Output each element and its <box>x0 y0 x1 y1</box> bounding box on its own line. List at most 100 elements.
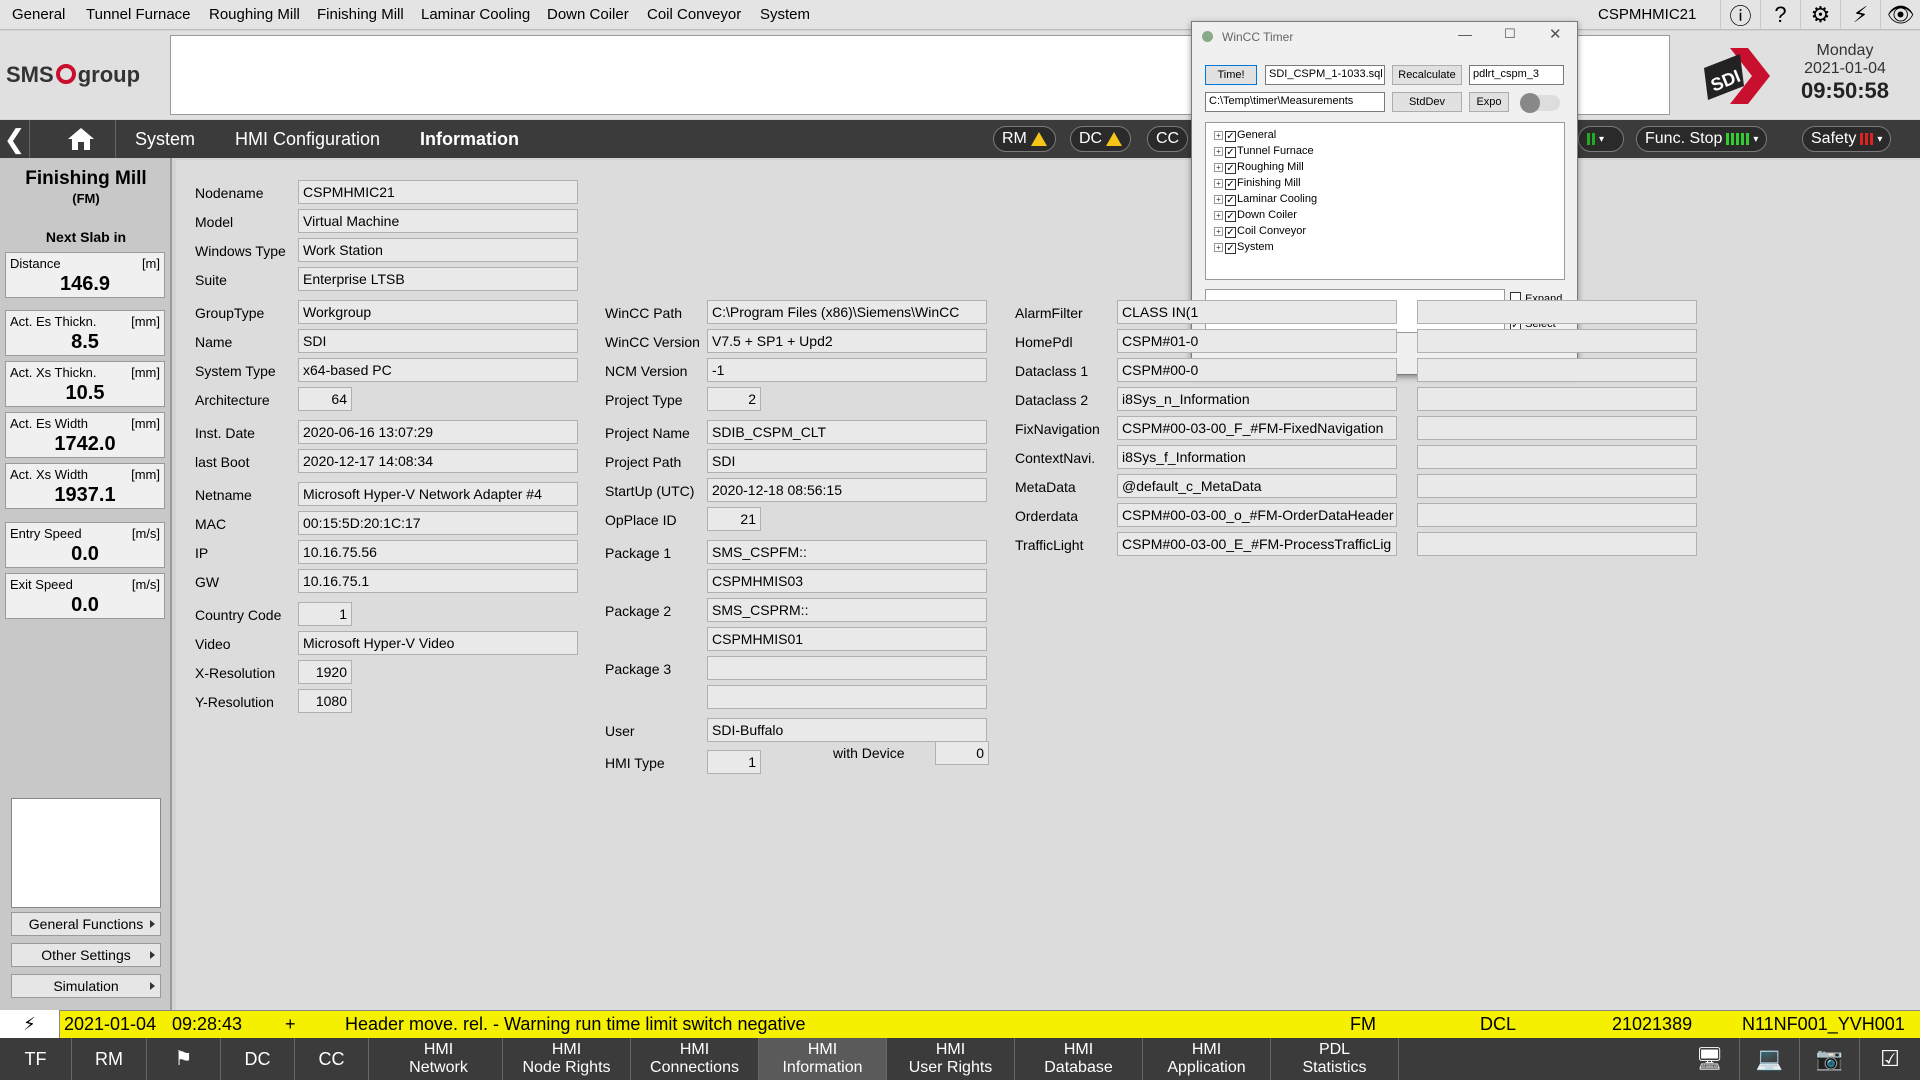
monitor-icon[interactable]: 🖥 <box>1680 1038 1740 1080</box>
tree-check-icon[interactable]: ✓ <box>1225 227 1236 238</box>
general-functions-button[interactable]: General Functions <box>11 912 161 936</box>
menu-general[interactable]: General <box>12 6 65 23</box>
tree-check-icon[interactable]: ✓ <box>1225 195 1236 206</box>
tree-item[interactable]: + ✓ Tunnel Furnace <box>1214 143 1317 159</box>
project-field: CSPM#00-03-00_o_#FM-OrderDataHeader <box>1117 503 1397 527</box>
expand-plus-icon[interactable]: + <box>1214 195 1223 204</box>
dc-status-pill[interactable]: DC <box>1070 126 1132 152</box>
info-label: Model <box>195 214 234 230</box>
expo-button[interactable]: Expo <box>1469 92 1509 112</box>
info-label: Architecture <box>195 392 270 408</box>
info-field: Work Station <box>298 238 578 262</box>
project-label: ContextNavi. <box>1015 450 1096 466</box>
tree-item[interactable]: + ✓ Down Coiler <box>1214 207 1317 223</box>
menu-system[interactable]: System <box>760 6 810 23</box>
rm-button[interactable]: RM <box>72 1038 147 1080</box>
menu-finishing-mill[interactable]: Finishing Mill <box>317 6 404 23</box>
sql-file-input[interactable]: SDI_CSPM_1-1033.sql <box>1265 65 1385 85</box>
stddev-button[interactable]: StdDev <box>1392 92 1462 112</box>
breadcrumb-system[interactable]: System <box>135 129 195 150</box>
status-indicator-pill[interactable]: ▾ <box>1578 126 1624 152</box>
expand-plus-icon[interactable]: + <box>1214 179 1223 188</box>
time-button[interactable]: Time! <box>1205 65 1257 85</box>
alarm-message[interactable]: Header move. rel. - Warning run time lim… <box>345 1014 806 1035</box>
bottom-tab-application[interactable]: HMI Application <box>1143 1038 1271 1080</box>
recalculate-button[interactable]: Recalculate <box>1392 65 1462 85</box>
tree-item[interactable]: + ✓ Laminar Cooling <box>1214 191 1317 207</box>
home-icon[interactable] <box>66 126 102 152</box>
project-extra-field <box>1417 387 1697 411</box>
tab-line2: Node Rights <box>522 1059 611 1076</box>
project-extra-field <box>1417 503 1697 527</box>
distance-box: Distance [m] 146.9 <box>5 252 165 298</box>
menu-coil-conveyor[interactable]: Coil Conveyor <box>647 6 741 23</box>
func-stop-pill[interactable]: Func. Stop ▾ <box>1636 126 1768 152</box>
project-field: CSPM#01-0 <box>1117 329 1397 353</box>
close-icon[interactable]: ✕ <box>1549 25 1562 43</box>
tree-check-icon[interactable]: ✓ <box>1225 147 1236 158</box>
menu-laminar-cooling[interactable]: Laminar Cooling <box>421 6 530 23</box>
simulation-button[interactable]: Simulation <box>11 974 161 998</box>
menu-tunnel-furnace[interactable]: Tunnel Furnace <box>86 6 191 23</box>
tree-check-icon[interactable]: ✓ <box>1225 163 1236 174</box>
expand-plus-icon[interactable]: + <box>1214 131 1223 140</box>
tree-item[interactable]: + ✓ System <box>1214 239 1317 255</box>
gear-icon[interactable]: ⚙ <box>1800 0 1840 30</box>
tree-check-icon[interactable]: ✓ <box>1225 243 1236 254</box>
tf-button[interactable]: TF <box>0 1038 72 1080</box>
database-input[interactable]: pdlrt_cspm_3 <box>1469 65 1564 85</box>
tree-check-icon[interactable]: ✓ <box>1225 211 1236 222</box>
alarm-lightning-icon[interactable]: ⚡ <box>0 1010 60 1038</box>
path-input[interactable]: C:\Temp\timer\Measurements <box>1205 92 1385 112</box>
breadcrumb-information: Information <box>420 129 519 149</box>
tree-check-icon[interactable]: ✓ <box>1225 179 1236 190</box>
lightning-icon[interactable]: ⚡ <box>1840 0 1880 30</box>
menu-down-coiler[interactable]: Down Coiler <box>547 6 629 23</box>
tree-item[interactable]: + ✓ General <box>1214 127 1317 143</box>
expand-plus-icon[interactable]: + <box>1214 227 1223 236</box>
info-icon[interactable]: ⓘ <box>1720 0 1760 30</box>
bottom-tab-network[interactable]: HMI Network <box>375 1038 503 1080</box>
project-extra-field <box>1417 474 1697 498</box>
camera-icon[interactable]: 📷 <box>1800 1038 1860 1080</box>
help-icon[interactable]: ? <box>1760 0 1800 30</box>
expand-plus-icon[interactable]: + <box>1214 147 1223 156</box>
expand-plus-icon[interactable]: + <box>1214 163 1223 172</box>
tab-line1: HMI <box>1191 1041 1222 1058</box>
bottom-tab-database[interactable]: HMI Database <box>1015 1038 1143 1080</box>
info-field: 2020-06-16 13:07:29 <box>298 420 578 444</box>
checklist-icon[interactable]: ☑ <box>1860 1038 1920 1080</box>
tree-item[interactable]: + ✓ Coil Conveyor <box>1214 223 1317 239</box>
cc-button[interactable]: CC <box>295 1038 369 1080</box>
expand-plus-icon[interactable]: + <box>1214 211 1223 220</box>
flag-icon[interactable]: ⚑ <box>147 1038 221 1080</box>
tree-item[interactable]: + ✓ Roughing Mill <box>1214 159 1317 175</box>
tree-item[interactable]: + ✓ Finishing Mill <box>1214 175 1317 191</box>
safety-bars-icon <box>1860 133 1874 145</box>
bottom-tab-information[interactable]: HMI Information <box>759 1038 887 1080</box>
dc-button[interactable]: DC <box>221 1038 295 1080</box>
bottom-tab-user-rights[interactable]: HMI User Rights <box>887 1038 1015 1080</box>
bottom-tab-statistics[interactable]: PDL Statistics <box>1271 1038 1399 1080</box>
menu-roughing-mill[interactable]: Roughing Mill <box>209 6 300 23</box>
rm-status-pill[interactable]: RM <box>993 126 1056 152</box>
expand-plus-icon[interactable]: + <box>1214 243 1223 252</box>
area-subtitle: (FM) <box>72 191 100 206</box>
toggle-switch[interactable] <box>1520 93 1560 113</box>
eye-icon[interactable]: 👁 <box>1880 0 1920 30</box>
info-label: Y-Resolution <box>195 694 274 710</box>
project-label: AlarmFilter <box>1015 305 1083 321</box>
minimize-icon[interactable]: — <box>1458 26 1472 42</box>
cc-status-pill[interactable]: CC <box>1147 126 1189 152</box>
tree-check-icon[interactable]: ✓ <box>1225 131 1236 142</box>
tab-line2: Connections <box>650 1059 739 1076</box>
bottom-tab-connections[interactable]: HMI Connections <box>631 1038 759 1080</box>
maximize-icon[interactable]: ☐ <box>1504 26 1516 42</box>
other-settings-button[interactable]: Other Settings <box>11 943 161 967</box>
breadcrumb-hmi-configuration[interactable]: HMI Configuration <box>235 129 380 150</box>
display-settings-icon[interactable]: 💻 <box>1740 1038 1800 1080</box>
wincc-field: CSPMHMIS01 <box>707 627 987 651</box>
bottom-tab-node-rights[interactable]: HMI Node Rights <box>503 1038 631 1080</box>
safety-pill[interactable]: Safety ▾ <box>1802 126 1892 152</box>
back-arrow-icon[interactable]: ❮ <box>0 120 30 158</box>
